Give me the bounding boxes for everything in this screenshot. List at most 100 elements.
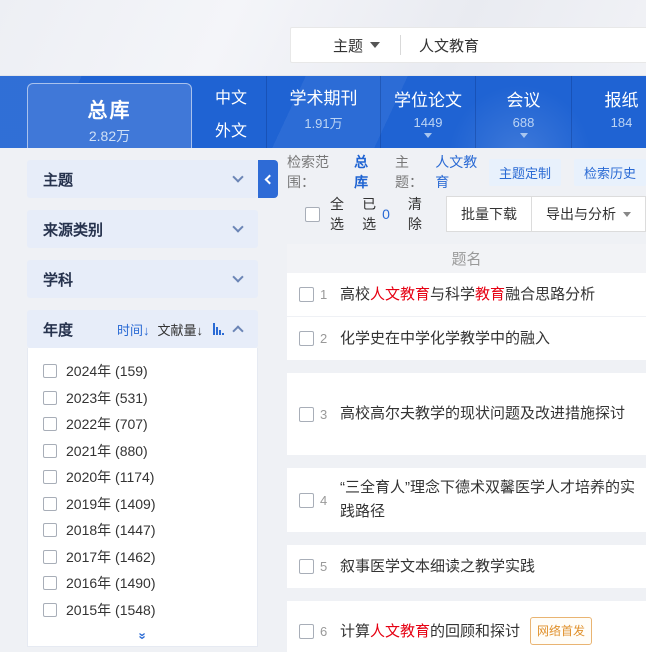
nav-item-conferences[interactable]: 会议 688 — [475, 76, 571, 148]
chevron-down-icon — [424, 133, 432, 138]
search-box: 主题 — [290, 27, 646, 63]
select-all-checkbox[interactable] — [305, 207, 320, 222]
nav-item-newspapers[interactable]: 报纸 184 — [571, 76, 646, 148]
year-label: 2022年 (707) — [66, 414, 148, 434]
search-input[interactable] — [401, 37, 646, 54]
year-checkbox[interactable] — [43, 576, 57, 590]
result-title-link[interactable]: 高校人文教育与科学教育融合思路分析 — [340, 283, 595, 307]
sort-by-count-button[interactable]: 文献量↓ — [157, 320, 203, 339]
highlighted-term: 人文教育 — [370, 623, 430, 640]
title-text: 高校高尔夫教学的现状问题及改进措施探讨 — [340, 405, 625, 422]
result-checkbox[interactable] — [299, 624, 314, 639]
lang-chinese[interactable]: 中文 — [196, 84, 266, 108]
chevron-down-icon — [232, 271, 243, 282]
year-checkbox[interactable] — [43, 417, 57, 431]
year-filter-item[interactable]: 2019年 (1409) — [43, 491, 257, 518]
result-title-link[interactable]: 计算人文教育的回顾和探讨网络首发 — [340, 617, 592, 645]
filter-panel-topic[interactable]: 主题 — [27, 160, 258, 198]
scope-buttons: 主题定制 检索历史 — [489, 159, 646, 186]
year-label: 2024年 (159) — [66, 361, 148, 381]
year-checkbox[interactable] — [43, 364, 57, 378]
search-field-dropdown[interactable]: 主题 — [291, 35, 400, 56]
chevron-down-icon — [232, 221, 243, 232]
clear-selection-button[interactable]: 清除 — [408, 194, 424, 234]
nav-items: 学术期刊 1.91万 学位论文 1449 会议 688 报纸 184 — [266, 76, 646, 148]
result-number: 2 — [320, 331, 330, 346]
year-filter-item[interactable]: 2018年 (1447) — [43, 517, 257, 544]
selected-count[interactable]: 0 — [382, 206, 390, 222]
result-row: 6 计算人文教育的回顾和探讨网络首发 — [287, 601, 646, 652]
scope-term-value: 人文教育 — [435, 152, 489, 192]
nav-item-journals[interactable]: 学术期刊 1.91万 — [266, 76, 380, 148]
year-filter-list: 2024年 (159) 2023年 (531) 2022年 (707) 2021年 (… — [27, 348, 258, 647]
filter-panel-discipline[interactable]: 学科 — [27, 260, 258, 298]
nav-item-theses[interactable]: 学位论文 1449 — [380, 76, 475, 148]
result-checkbox[interactable] — [299, 287, 314, 302]
topic-customize-button[interactable]: 主题定制 — [489, 159, 561, 186]
bar-chart-icon[interactable] — [213, 323, 224, 335]
chevron-up-icon — [232, 325, 243, 336]
title-text: 高校 — [340, 286, 370, 303]
result-checkbox[interactable] — [299, 493, 314, 508]
search-history-button[interactable]: 检索历史 — [574, 159, 646, 186]
year-label: 2015年 (1548) — [66, 600, 156, 620]
year-filter-item[interactable]: 2024年 (159) — [43, 358, 257, 385]
year-checkbox[interactable] — [43, 391, 57, 405]
result-title-link[interactable]: 叙事医学文本细读之教学实践 — [340, 555, 535, 579]
result-number: 4 — [320, 493, 330, 508]
result-title-link[interactable]: 化学史在中学化学教学中的融入 — [340, 327, 550, 351]
title-text: 的回顾和探讨 — [430, 623, 520, 640]
batch-download-button[interactable]: 批量下载 — [446, 196, 532, 232]
year-filter-item[interactable]: 2015年 (1548) — [43, 597, 257, 624]
lang-foreign[interactable]: 外文 — [196, 117, 266, 141]
year-label: 2021年 (880) — [66, 441, 148, 461]
year-label: 2023年 (531) — [66, 388, 148, 408]
year-filter-item[interactable]: 2022年 (707) — [43, 411, 257, 438]
year-checkbox[interactable] — [43, 550, 57, 564]
results-area: 检索范围： 总库 主题： 人文教育 主题定制 检索历史 全选 已选 0 清除 批… — [287, 160, 646, 652]
title-text: 化学史在中学化学教学中的融入 — [340, 330, 550, 347]
filter-panel-year[interactable]: 年度 时间↓ 文献量↓ — [27, 310, 258, 348]
table-header-title: 题名 — [287, 244, 646, 273]
year-filter-item[interactable]: 2017年 (1462) — [43, 544, 257, 571]
double-chevron-down-icon: » — [135, 632, 149, 637]
result-checkbox[interactable] — [299, 559, 314, 574]
toolbar-buttons: 批量下载 导出与分析 — [446, 196, 646, 232]
year-checkbox[interactable] — [43, 523, 57, 537]
nav-item-total-library[interactable]: 总库 2.82万 — [27, 83, 192, 148]
year-checkbox[interactable] — [43, 470, 57, 484]
result-checkbox[interactable] — [299, 407, 314, 422]
year-checkbox[interactable] — [43, 603, 57, 617]
export-analyze-button[interactable]: 导出与分析 — [531, 196, 646, 232]
result-title-link[interactable]: 高校高尔夫教学的现状问题及改进措施探讨 — [340, 402, 625, 426]
scope-range-value[interactable]: 总库 — [354, 152, 381, 192]
results-toolbar: 全选 已选 0 清除 批量下载 导出与分析 — [287, 196, 646, 232]
result-row: 4 “三全育人”理念下德术双馨医学人才培养的实践路径 — [287, 468, 646, 532]
show-more-years-button[interactable]: » — [28, 628, 257, 642]
sidebar-collapse-button[interactable] — [258, 160, 278, 198]
year-filter-item[interactable]: 2016年 (1490) — [43, 570, 257, 597]
top-header: 主题 — [0, 0, 646, 76]
sort-by-time-button[interactable]: 时间↓ — [117, 320, 150, 339]
filter-panel-source-type[interactable]: 来源类别 — [27, 210, 258, 248]
year-checkbox[interactable] — [43, 497, 57, 511]
year-filter-item[interactable]: 2021年 (880) — [43, 438, 257, 465]
year-checkbox[interactable] — [43, 444, 57, 458]
result-number: 6 — [320, 624, 330, 639]
cnki-search-page: 主题 总库 2.82万 中文 外文 学术期刊 1.91万 学位论文 1449 — [0, 0, 646, 652]
result-checkbox[interactable] — [299, 331, 314, 346]
chevron-down-icon — [232, 171, 243, 182]
year-filter-item[interactable]: 2020年 (1174) — [43, 464, 257, 491]
online-first-badge: 网络首发 — [530, 617, 592, 645]
select-all-label[interactable]: 全选 — [330, 194, 346, 234]
year-filter-item[interactable]: 2023年 (531) — [43, 385, 257, 412]
chevron-left-icon — [265, 174, 275, 184]
year-label: 2016年 (1490) — [66, 573, 156, 593]
year-label: 2018年 (1447) — [66, 520, 156, 540]
chevron-down-icon — [370, 42, 380, 48]
search-scope-bar: 检索范围： 总库 主题： 人文教育 主题定制 检索历史 — [287, 160, 646, 184]
year-label: 2020年 (1174) — [66, 467, 154, 487]
result-row: 2 化学史在中学化学教学中的融入 — [287, 317, 646, 360]
title-text: 计算 — [340, 623, 370, 640]
result-title-link[interactable]: “三全育人”理念下德术双馨医学人才培养的实践路径 — [340, 476, 640, 524]
